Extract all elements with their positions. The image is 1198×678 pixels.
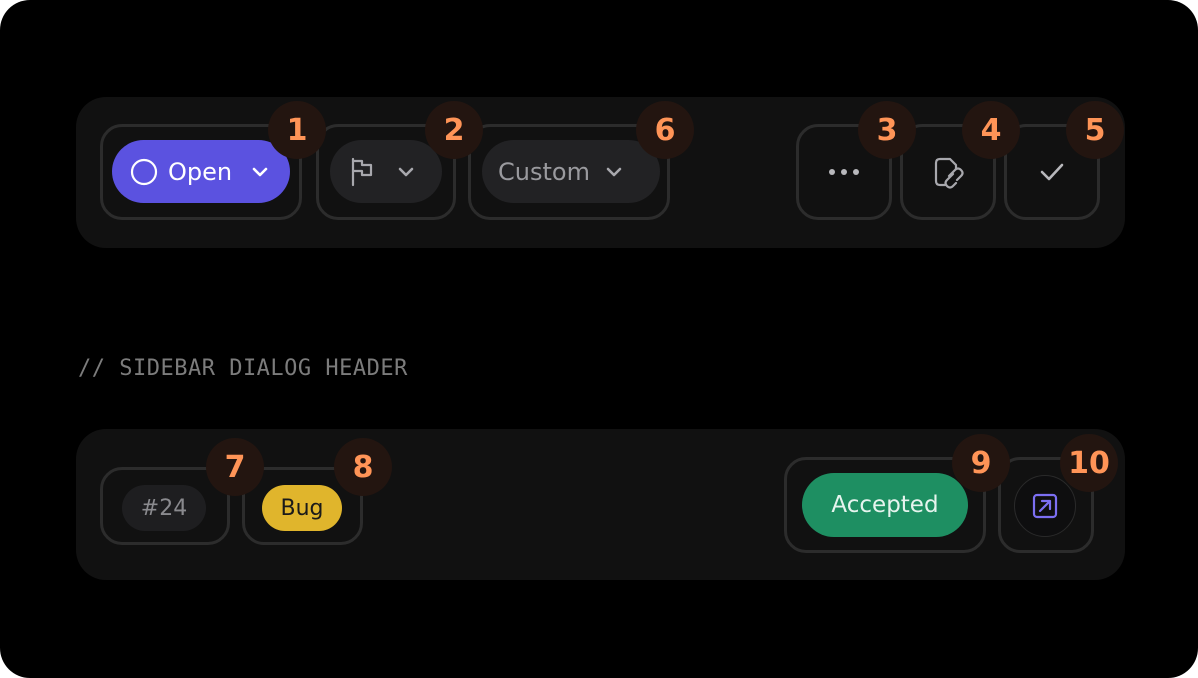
- check-icon: [1040, 163, 1064, 181]
- chevron-down-icon: [252, 167, 268, 176]
- section-comment: // SIDEBAR DIALOG HEADER: [78, 356, 408, 381]
- issue-type-tag: Bug: [262, 485, 342, 531]
- marker-5: 5: [1066, 101, 1124, 159]
- marker-7: 7: [206, 438, 264, 496]
- open-external-button[interactable]: [1014, 475, 1076, 537]
- marker-6: 6: [636, 101, 694, 159]
- file-link-icon: [934, 157, 964, 189]
- marker-9: 9: [952, 434, 1010, 492]
- chevron-down-icon: [606, 167, 622, 176]
- circle-icon: [130, 158, 158, 185]
- status-label: Open: [168, 157, 233, 186]
- chevron-down-icon: [398, 167, 414, 176]
- issue-id-tag: #24: [122, 485, 206, 531]
- status-dropdown[interactable]: Open: [112, 140, 290, 203]
- marker-8: 8: [334, 438, 392, 496]
- flag-icon: [351, 157, 373, 186]
- open-external-icon: [1032, 493, 1058, 519]
- marker-10: 10: [1060, 434, 1118, 492]
- ellipsis-icon: [829, 169, 859, 175]
- custom-dropdown[interactable]: Custom: [482, 140, 660, 203]
- marker-1: 1: [268, 101, 326, 159]
- marker-2: 2: [425, 101, 483, 159]
- custom-label: Custom: [498, 157, 590, 186]
- canvas: Open Custom // SIDEBAR DIALOG HEADER #24…: [0, 0, 1198, 678]
- marker-4: 4: [962, 101, 1020, 159]
- marker-3: 3: [858, 101, 916, 159]
- priority-dropdown[interactable]: [330, 140, 442, 203]
- status-accepted-button[interactable]: Accepted: [802, 473, 968, 537]
